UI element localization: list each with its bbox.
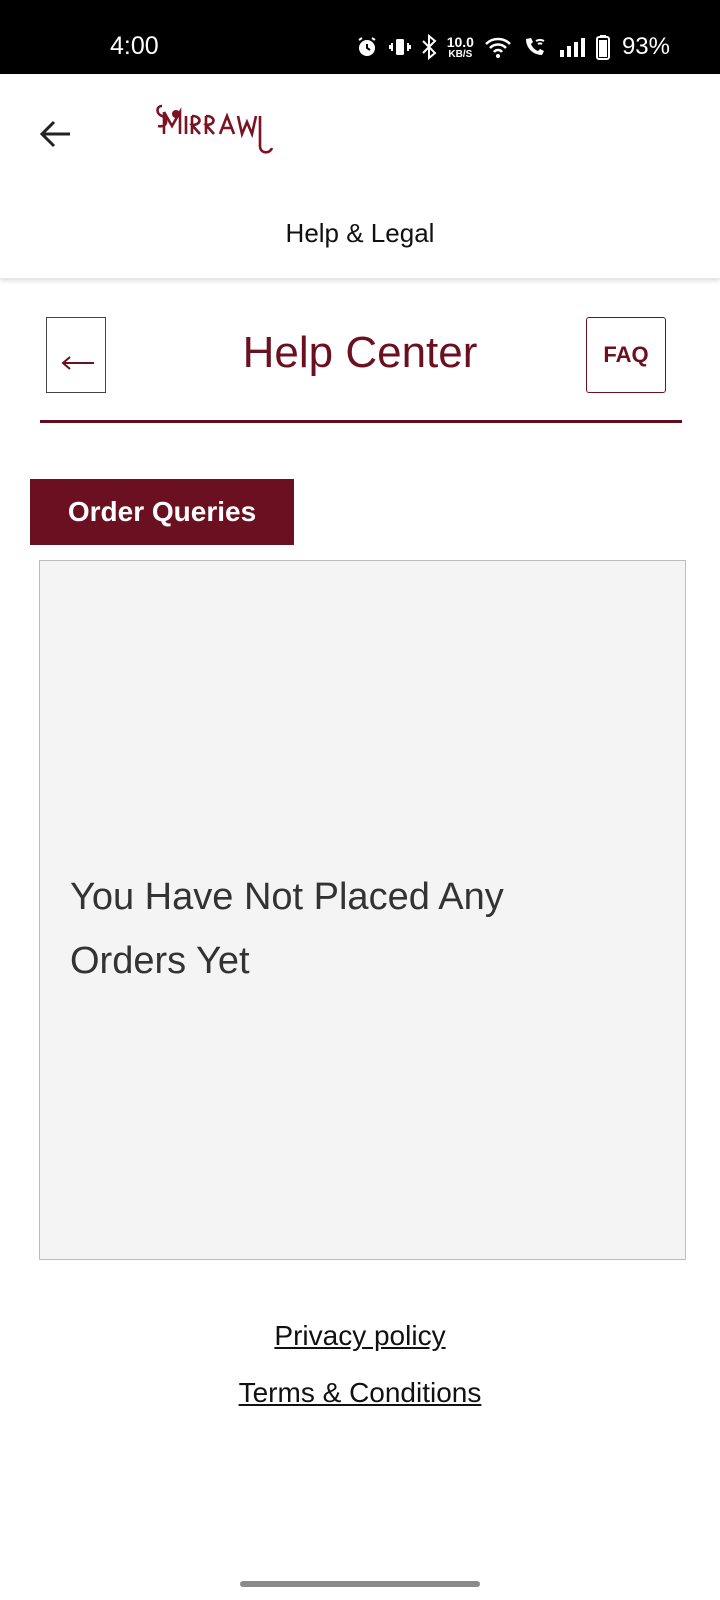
orders-panel: You Have Not Placed Any Orders Yet	[39, 560, 686, 1260]
net-speed-value: 10.0	[446, 33, 474, 50]
status-icons: 10.0 KB/S 93%	[355, 30, 670, 64]
net-speed-unit: KB/S	[448, 48, 473, 60]
vibrate-icon	[388, 35, 411, 59]
privacy-policy-link[interactable]: Privacy policy	[0, 1320, 720, 1352]
status-bar: 4:00 10.0 KB/S 93%	[0, 0, 720, 74]
alarm-icon	[355, 35, 379, 59]
bluetooth-icon	[421, 34, 437, 60]
faq-button[interactable]: FAQ	[586, 317, 666, 393]
mirraw-logo[interactable]	[150, 94, 290, 164]
header-subtitle: Help & Legal	[285, 218, 435, 248]
net-speed: 10.0 KB/S	[447, 35, 474, 60]
battery-percent: 93%	[621, 33, 670, 60]
empty-orders-message: You Have Not Placed Any Orders Yet	[70, 876, 504, 982]
signal-icon	[558, 36, 586, 58]
tab-order-queries[interactable]: Order Queries	[30, 479, 294, 545]
app-header: Help & Legal	[0, 74, 720, 279]
battery-icon	[595, 34, 610, 60]
home-indicator[interactable]	[240, 1581, 480, 1587]
title-divider	[40, 420, 682, 423]
terms-conditions-link[interactable]: Terms & Conditions	[0, 1377, 720, 1409]
back-arrow-icon[interactable]	[38, 116, 74, 152]
wifi-icon	[484, 35, 512, 59]
status-time: 4:00	[110, 32, 159, 60]
wifi-calling-icon	[522, 35, 548, 59]
